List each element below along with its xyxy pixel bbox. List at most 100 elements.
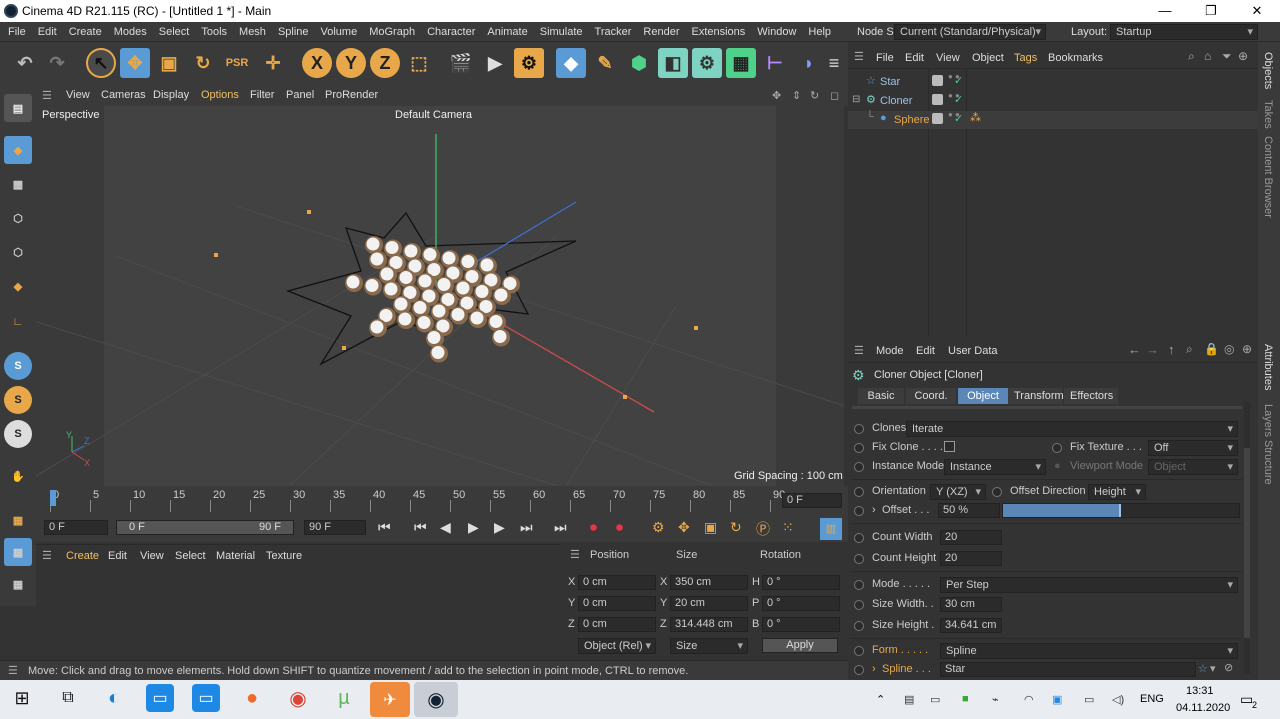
input-language[interactable]: ENG xyxy=(1140,693,1164,705)
material-tag-icon[interactable]: ⁂ xyxy=(970,111,981,124)
tab-transform[interactable]: Transform xyxy=(1008,388,1064,404)
viewport[interactable]: Perspective Default Camera Grid Spacing … xyxy=(36,106,844,486)
menu-edit[interactable]: Edit xyxy=(32,22,63,42)
target-icon[interactable]: ◎ xyxy=(1224,342,1234,356)
size-field[interactable]: 20 cm xyxy=(670,596,748,611)
tab-content-browser[interactable]: Content Browser xyxy=(1262,136,1274,218)
count-width-anim-radio[interactable] xyxy=(854,533,864,543)
timeline-ruler[interactable]: 0 5 10 15 20 25 30 35 40 45 50 55 60 65 70 75 80 85 90 0 F xyxy=(36,486,848,516)
key-scale-icon[interactable]: ▣ xyxy=(704,519,717,536)
cube-primitive-icon[interactable]: ◆ xyxy=(556,48,586,78)
tray-nvidia-icon[interactable]: ■ xyxy=(962,693,969,705)
tab-takes[interactable]: Takes xyxy=(1262,100,1274,129)
spline-link-field[interactable]: Star xyxy=(940,662,1196,677)
objects-menu-tags[interactable]: Tags xyxy=(1014,52,1037,64)
fix-clone-anim-radio[interactable] xyxy=(854,443,864,453)
cloner-icon[interactable]: ⚙ xyxy=(692,48,722,78)
scene-object-icon[interactable]: ◗ xyxy=(794,48,824,78)
search-icon[interactable]: ⌕ xyxy=(1188,49,1195,64)
object-name[interactable]: Sphere xyxy=(894,114,929,126)
fix-clone-checkbox[interactable] xyxy=(944,441,955,452)
key-position-icon[interactable]: ✥ xyxy=(678,519,690,536)
up-arrow-icon[interactable]: ↑ xyxy=(1168,342,1175,357)
mograph-cubes-icon[interactable]: ▦ xyxy=(726,48,756,78)
min-frame-field[interactable]: 0 F xyxy=(44,520,108,535)
undo-icon[interactable]: ↶ xyxy=(10,48,40,78)
lock-icon[interactable]: 🔒 xyxy=(1204,342,1219,356)
scale-tool-icon[interactable]: ▣ xyxy=(154,48,184,78)
position-field[interactable]: 0 cm xyxy=(578,617,656,632)
rotation-field[interactable]: 0 ° xyxy=(762,575,840,590)
object-name[interactable]: Cloner xyxy=(880,95,912,107)
close-button[interactable]: ✕ xyxy=(1234,0,1280,22)
snap-enable-icon[interactable]: S xyxy=(4,352,32,380)
viewport-menu-filter[interactable]: Filter xyxy=(250,89,274,101)
tab-attributes[interactable]: Attributes xyxy=(1262,344,1274,390)
objects-menu-bookmarks[interactable]: Bookmarks xyxy=(1048,52,1103,64)
offset-slider[interactable] xyxy=(1002,503,1240,518)
timeline-window-icon[interactable]: ▥ xyxy=(820,518,842,540)
layout-dropdown[interactable]: Startup xyxy=(1110,24,1258,40)
viewport-menu-icon[interactable]: ☰ xyxy=(42,89,52,102)
tray-battery-icon[interactable]: ▭ xyxy=(1084,693,1094,706)
objects-menu-icon[interactable]: ☰ xyxy=(854,50,864,63)
windows-start-icon[interactable]: ⊞ xyxy=(8,684,36,712)
menu-spline[interactable]: Spline xyxy=(272,22,315,42)
menu-window[interactable]: Window xyxy=(751,22,802,42)
orientation-anim-radio[interactable] xyxy=(854,487,864,497)
restore-button[interactable]: ❐ xyxy=(1188,0,1234,22)
spline-expand-icon[interactable]: › xyxy=(872,663,876,675)
object-name[interactable]: Star xyxy=(880,76,900,88)
apply-button[interactable]: Apply xyxy=(762,638,838,653)
tray-monitor-icon[interactable]: ▭ xyxy=(930,693,940,706)
menu-tracker[interactable]: Tracker xyxy=(589,22,638,42)
viewport-menu-cameras[interactable]: Cameras xyxy=(101,89,146,101)
cinema4d-taskbar-icon[interactable]: ◉ xyxy=(414,682,458,717)
max-frame-field[interactable]: 90 F xyxy=(304,520,366,535)
material-menu-create[interactable]: Create xyxy=(66,550,99,562)
menu-file[interactable]: File xyxy=(2,22,32,42)
attributes-menu-user-data[interactable]: User Data xyxy=(948,345,998,357)
viewport-menu-options[interactable]: Options xyxy=(201,89,239,101)
tray-network-icon[interactable]: ⌁ xyxy=(992,693,999,706)
live-selection-icon[interactable]: ↖ xyxy=(86,48,116,78)
menu-create[interactable]: Create xyxy=(63,22,108,42)
mode-anim-radio[interactable] xyxy=(854,580,864,590)
deformer-icon[interactable]: ⊢ xyxy=(760,48,790,78)
locked-workplane-icon[interactable]: ✋ xyxy=(4,462,32,490)
record-keys-icon[interactable]: ⏺ xyxy=(590,519,597,536)
position-field[interactable]: 0 cm xyxy=(578,575,656,590)
goto-start-icon[interactable]: ⏮ xyxy=(378,519,391,536)
menu-mesh[interactable]: Mesh xyxy=(233,22,272,42)
menu-select[interactable]: Select xyxy=(153,22,196,42)
objects-menu-file[interactable]: File xyxy=(876,52,894,64)
render-picture-viewer-icon[interactable]: ▶ xyxy=(480,48,510,78)
snap-settings-icon[interactable]: S xyxy=(4,386,32,414)
material-menu-icon[interactable]: ☰ xyxy=(42,549,52,562)
tray-volume-icon[interactable]: ◁) xyxy=(1112,693,1124,706)
mode-dropdown[interactable]: Per Step xyxy=(940,577,1238,593)
node-space-dropdown[interactable]: Current (Standard/Physical) xyxy=(894,24,1046,40)
attributes-menu-icon[interactable]: ☰ xyxy=(854,344,864,357)
fix-texture-dropdown[interactable]: Off xyxy=(1148,440,1238,456)
pen-spline-icon[interactable]: ✎ xyxy=(590,48,620,78)
coordinate-system-icon[interactable]: ⬚ xyxy=(404,48,434,78)
active-camera-label[interactable]: Default Camera xyxy=(395,109,472,121)
tab-structure[interactable]: Structure xyxy=(1262,440,1274,485)
polygons-mode-icon[interactable]: ◆ xyxy=(4,272,32,300)
material-menu-select[interactable]: Select xyxy=(175,550,206,562)
attributes-scrollbar[interactable] xyxy=(1244,402,1250,674)
instance-mode-dropdown[interactable]: Instance xyxy=(944,459,1046,475)
texture-mode-icon[interactable]: ▩ xyxy=(4,170,32,198)
tray-wifi-icon[interactable]: ◠ xyxy=(1024,693,1034,706)
goto-end-icon[interactable]: ⏭ xyxy=(554,519,567,536)
make-editable-icon[interactable]: ▤ xyxy=(4,94,32,122)
count-height-field[interactable]: 20 xyxy=(940,551,1002,566)
menu-animate[interactable]: Animate xyxy=(481,22,533,42)
object-row-cloner[interactable]: ⊟ ⚙ Cloner ● ● ✓ xyxy=(848,92,1258,110)
new-window-icon[interactable]: ⊕ xyxy=(1238,49,1248,63)
home-icon[interactable]: ⌂ xyxy=(1204,49,1211,63)
back-arrow-icon[interactable]: ← xyxy=(1128,342,1141,357)
extrude-generator-icon[interactable]: ◧ xyxy=(658,48,688,78)
layer-swatch-icon[interactable] xyxy=(932,113,943,124)
